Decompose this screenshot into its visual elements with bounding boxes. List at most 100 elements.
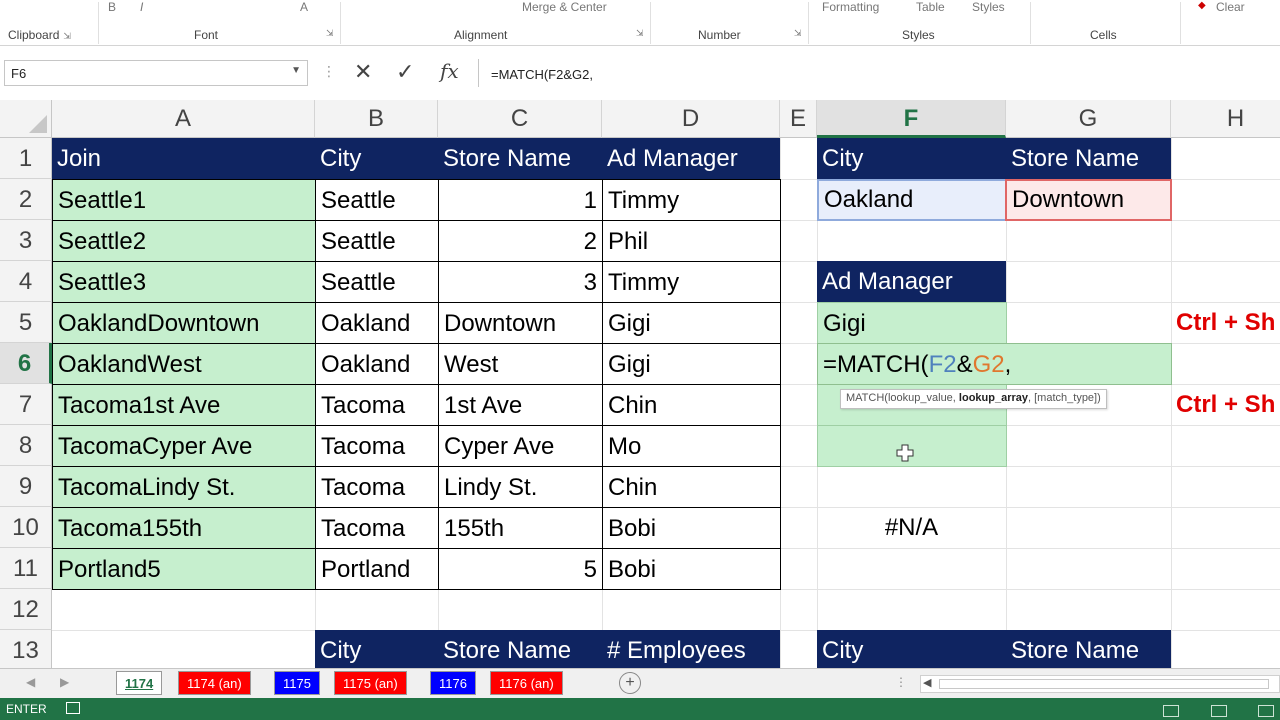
cell-d1[interactable]: Ad Manager xyxy=(602,138,780,179)
dialog-launcher-icon[interactable]: ⇲ xyxy=(63,31,71,41)
cell-b7[interactable]: Tacoma xyxy=(315,384,439,426)
row-header-3[interactable]: 3 xyxy=(0,220,52,261)
cell-c4[interactable]: 3 xyxy=(438,261,603,303)
scrollbar-thumb[interactable] xyxy=(939,679,1269,689)
row-header-9[interactable]: 9 xyxy=(0,466,52,507)
column-header-a[interactable]: A xyxy=(52,100,315,138)
cell-f13[interactable]: City xyxy=(817,630,1006,668)
cell-c13[interactable]: Store Name xyxy=(438,630,602,668)
column-header-e[interactable]: E xyxy=(780,100,817,138)
cell-d8[interactable]: Mo xyxy=(602,425,781,467)
page-layout-view-icon[interactable] xyxy=(1210,705,1227,717)
sheet-tab-1175[interactable]: 1175 xyxy=(274,671,320,695)
cell-b3[interactable]: Seattle xyxy=(315,220,439,262)
bold-icon[interactable]: B xyxy=(108,0,116,14)
normal-view-icon[interactable] xyxy=(1163,705,1180,717)
cell-c6[interactable]: West xyxy=(438,343,603,385)
row-header-7[interactable]: 7 xyxy=(0,384,52,425)
tooltip-function[interactable]: MATCH( xyxy=(846,392,888,404)
cell-c5[interactable]: Downtown xyxy=(438,302,603,344)
conditional-formatting-button[interactable]: Formatting xyxy=(822,0,879,14)
cell-b4[interactable]: Seattle xyxy=(315,261,439,303)
cancel-icon[interactable]: ✕ xyxy=(354,59,372,85)
column-header-d[interactable]: D xyxy=(602,100,780,138)
cell-a6[interactable]: OaklandWest xyxy=(52,343,316,385)
macro-record-icon[interactable] xyxy=(66,702,80,714)
dialog-launcher-icon[interactable]: ⇲ xyxy=(326,28,334,39)
cell-c3[interactable]: 2 xyxy=(438,220,603,262)
row-header-12[interactable]: 12 xyxy=(0,589,52,630)
tooltip-arg-lookup-array[interactable]: lookup_array xyxy=(959,392,1028,404)
chevron-down-icon[interactable]: ▼ xyxy=(291,65,301,76)
cell-c10[interactable]: 155th xyxy=(438,507,603,549)
column-header-f[interactable]: F xyxy=(817,100,1006,138)
cell-g13[interactable]: Store Name xyxy=(1006,630,1171,668)
italic-icon[interactable]: I xyxy=(140,0,143,14)
cell-d6[interactable]: Gigi xyxy=(602,343,781,385)
cell-c9[interactable]: Lindy St. xyxy=(438,466,603,508)
worksheet-grid[interactable]: A B C D E F G H 1 2 3 4 5 6 7 8 9 10 11 … xyxy=(0,100,1280,668)
cell-a5[interactable]: OaklandDowntown xyxy=(52,302,316,344)
cell-f4[interactable]: Ad Manager xyxy=(817,261,1006,302)
cell-b13[interactable]: City xyxy=(315,630,438,668)
tab-scroll-left-icon[interactable]: ◀ xyxy=(26,675,35,689)
enter-check-icon[interactable]: ✓ xyxy=(396,59,414,85)
cell-c11[interactable]: 5 xyxy=(438,548,603,590)
cell-a4[interactable]: Seattle3 xyxy=(52,261,316,303)
cell-d5[interactable]: Gigi xyxy=(602,302,781,344)
tab-scroll-right-icon[interactable]: ▶ xyxy=(60,675,69,689)
tooltip-arg-match-type[interactable]: , [match_type]) xyxy=(1028,392,1101,404)
row-header-2[interactable]: 2 xyxy=(0,179,52,220)
column-header-b[interactable]: B xyxy=(315,100,438,138)
cell-d7[interactable]: Chin xyxy=(602,384,781,426)
row-header-10[interactable]: 10 xyxy=(0,507,52,548)
tab-split-handle-icon[interactable]: ⋮ xyxy=(895,675,907,689)
cell-a11[interactable]: Portland5 xyxy=(52,548,316,590)
sheet-tab-1175-an[interactable]: 1175 (an) xyxy=(334,671,407,695)
cell-c8[interactable]: Cyper Ave xyxy=(438,425,603,467)
cell-d4[interactable]: Timmy xyxy=(602,261,781,303)
cell-b5[interactable]: Oakland xyxy=(315,302,439,344)
cell-f10[interactable]: #N/A xyxy=(817,507,1006,548)
format-as-table-button[interactable]: Table xyxy=(916,0,945,14)
cell-f6-editing[interactable]: =MATCH(F2&G2, xyxy=(817,343,1172,385)
sheet-tab-1176[interactable]: 1176 xyxy=(430,671,476,695)
cell-styles-button[interactable]: Styles xyxy=(972,0,1005,14)
cell-c7[interactable]: 1st Ave xyxy=(438,384,603,426)
row-header-11[interactable]: 11 xyxy=(0,548,52,589)
cell-a10[interactable]: Tacoma155th xyxy=(52,507,316,549)
cell-b8[interactable]: Tacoma xyxy=(315,425,439,467)
cell-f2[interactable]: Oakland xyxy=(817,179,1007,221)
row-header-6[interactable]: 6 xyxy=(0,343,52,384)
dialog-launcher-icon[interactable]: ⇲ xyxy=(794,28,802,39)
cell-c2[interactable]: 1 xyxy=(438,179,603,221)
cell-a9[interactable]: TacomaLindy St. xyxy=(52,466,316,508)
cell-d10[interactable]: Bobi xyxy=(602,507,781,549)
font-color-icon[interactable]: A xyxy=(300,0,308,14)
column-header-h[interactable]: H xyxy=(1171,100,1280,138)
cell-b2[interactable]: Seattle xyxy=(315,179,439,221)
row-header-8[interactable]: 8 xyxy=(0,425,52,466)
sheet-tab-1174[interactable]: 1174 xyxy=(116,671,163,695)
scroll-left-icon[interactable]: ◀ xyxy=(923,676,931,689)
name-box[interactable]: F6 ▼ xyxy=(4,60,308,86)
cell-f1[interactable]: City xyxy=(817,138,1006,179)
cell-d13[interactable]: # Employees xyxy=(602,630,780,668)
cell-b1[interactable]: City xyxy=(315,138,438,179)
cell-b9[interactable]: Tacoma xyxy=(315,466,439,508)
sheet-tab-1176-an[interactable]: 1176 (an) xyxy=(490,671,563,695)
row-header-1[interactable]: 1 xyxy=(0,138,52,179)
formula-input[interactable]: =MATCH(F2&G2, xyxy=(478,59,1280,87)
select-all-button[interactable] xyxy=(0,100,52,138)
cell-a7[interactable]: Tacoma1st Ave xyxy=(52,384,316,426)
cell-a1[interactable]: Join xyxy=(52,138,315,179)
horizontal-scrollbar[interactable]: ◀ xyxy=(920,675,1280,693)
cell-g2[interactable]: Downtown xyxy=(1005,179,1172,221)
add-sheet-button[interactable]: + xyxy=(619,672,641,694)
cell-a8[interactable]: TacomaCyper Ave xyxy=(52,425,316,467)
cell-f5[interactable]: Gigi xyxy=(817,302,1007,344)
row-header-4[interactable]: 4 xyxy=(0,261,52,302)
column-header-c[interactable]: C xyxy=(438,100,602,138)
insert-function-icon[interactable]: fx xyxy=(440,59,459,83)
cell-b6[interactable]: Oakland xyxy=(315,343,439,385)
